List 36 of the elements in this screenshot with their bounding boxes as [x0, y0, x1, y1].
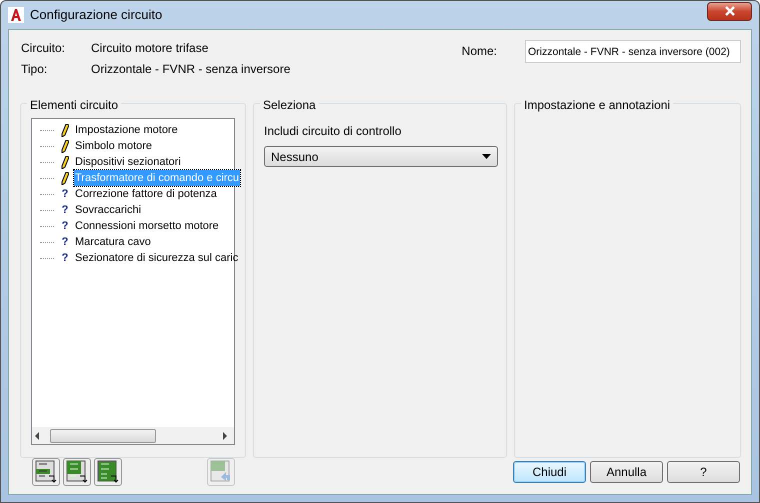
dialog-button[interactable]: ? [667, 461, 740, 483]
name-field[interactable]: Orizzontale - FVNR - senza inversore (002) [525, 40, 741, 63]
tree-item[interactable]: Simbolo motore [74, 138, 154, 154]
field-label: Circuito: [21, 40, 66, 57]
toolbar-button[interactable] [94, 458, 122, 486]
close-button[interactable] [707, 2, 752, 20]
caret-icon [482, 154, 491, 159]
tree-item[interactable]: Sezionatore di sicurezza sul caric [74, 250, 240, 266]
question-mark: ? [60, 218, 70, 234]
dialog-button[interactable]: Annulla [590, 461, 663, 483]
dropdown[interactable]: Nessuno [264, 146, 498, 167]
question-mark: ? [60, 234, 70, 250]
tree-item[interactable]: Sovraccarichi [74, 202, 142, 218]
tree-item[interactable]: Impostazione motore [74, 122, 179, 138]
field-value: Orizzontale - FVNR - senza inversore [91, 61, 290, 78]
toolbar-button[interactable] [63, 458, 91, 486]
scroll-right-icon[interactable] [222, 432, 228, 440]
toolbar-button[interactable] [32, 458, 60, 486]
question-mark: ? [60, 186, 70, 202]
scroll-thumb[interactable] [50, 428, 156, 442]
name-label: Nome: [462, 43, 497, 60]
field-label: Includi circuito di controllo [264, 123, 402, 140]
field-label: Tipo: [21, 61, 48, 78]
window-title: Configurazione circuito [30, 6, 162, 24]
app-logo-icon [8, 7, 24, 23]
field-value: Circuito motore trifase [91, 40, 208, 57]
tree-item[interactable]: Dispositivi sezionatori [74, 154, 182, 170]
tree-item[interactable]: Marcatura cavo [74, 234, 152, 250]
tree-item[interactable]: Correzione fattore di potenza [74, 186, 218, 202]
question-mark: ? [60, 250, 70, 266]
tree-item[interactable]: Connessioni morsetto motore [74, 218, 220, 234]
question-mark: ? [60, 202, 70, 218]
horizontal-scrollbar[interactable] [32, 427, 234, 444]
scroll-left-icon[interactable] [34, 432, 40, 440]
close-icon [724, 6, 736, 16]
dialog-button[interactable]: Chiudi [513, 461, 586, 483]
